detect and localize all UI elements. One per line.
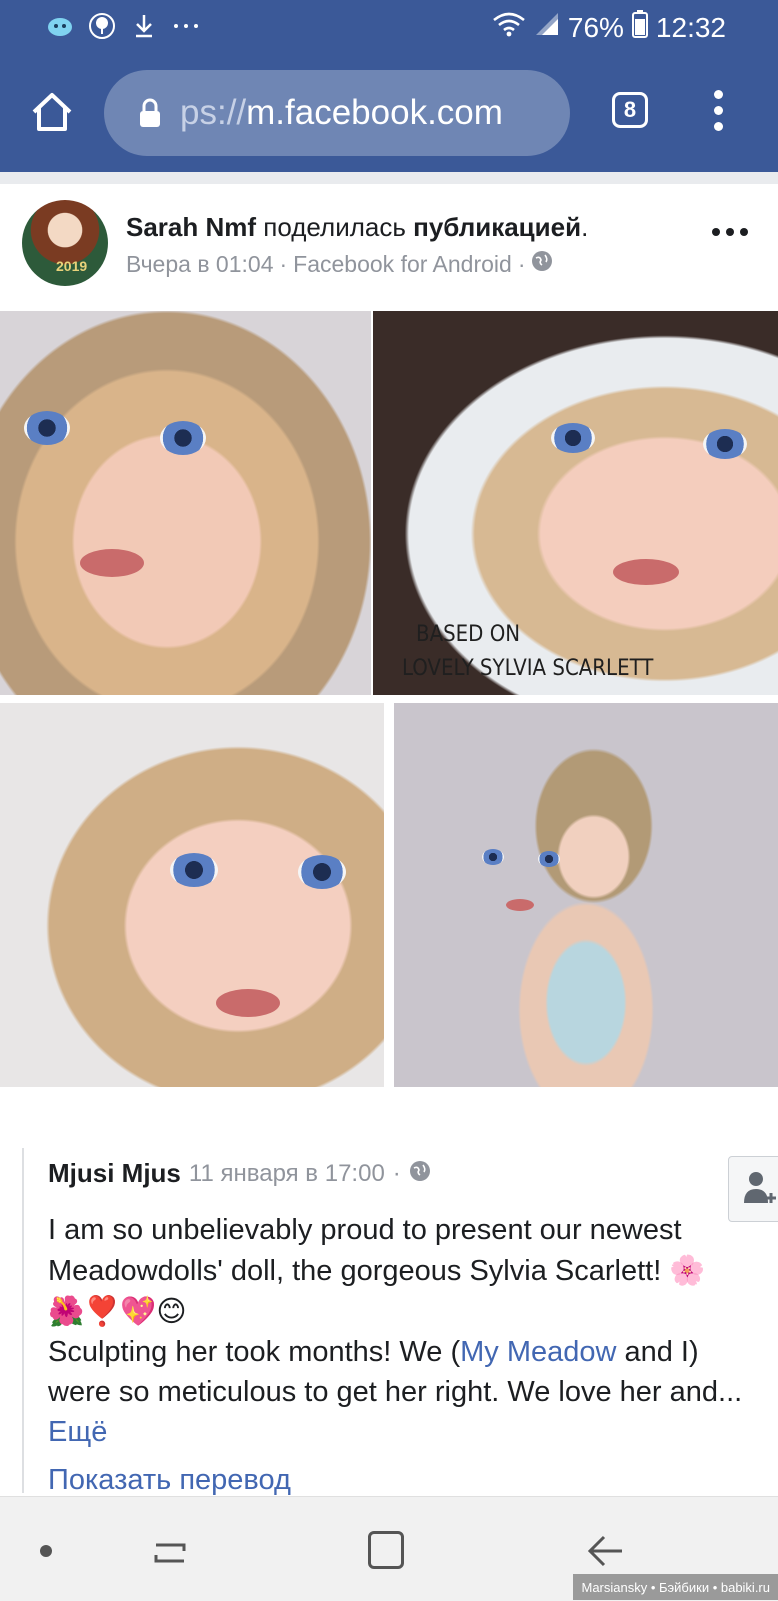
feed-divider [0, 172, 778, 184]
shared-post-header: Mjusi Mjus 11 января в 17:00 · [48, 1158, 431, 1189]
globe-icon [531, 250, 553, 278]
globe-icon [409, 1158, 431, 1189]
system-status: 76% 12:32 [492, 10, 726, 45]
browser-toolbar: ps:// m.facebook.com 8 [0, 52, 778, 172]
action-end: . [581, 212, 589, 242]
shared-publication-link[interactable]: публикацией [413, 212, 581, 242]
tree-notification-icon [88, 12, 116, 40]
photo-detail [160, 421, 206, 455]
avatar-year: 2019 [56, 258, 88, 274]
photo-detail [298, 855, 346, 889]
download-icon [130, 12, 158, 40]
photo-detail [613, 559, 679, 585]
photo-detail [216, 989, 280, 1017]
meta-separator: · [279, 250, 288, 277]
ghost-notification-icon [46, 12, 74, 40]
watermark: Marsiansky • Бэйбики • babiki.ru [573, 1574, 778, 1600]
shared-post: Mjusi Mjus 11 января в 17:00 · I am so u… [22, 1148, 778, 1496]
author-link[interactable]: Sarah Nmf [126, 212, 256, 242]
add-friend-icon [744, 1172, 776, 1203]
photo-detail [24, 411, 70, 445]
recent-apps-icon[interactable] [152, 1535, 188, 1571]
lock-icon [140, 98, 160, 127]
photo-detail [703, 429, 747, 459]
home-nav-icon[interactable] [368, 1531, 404, 1569]
back-icon[interactable] [586, 1531, 626, 1571]
meta-separator: · [392, 1159, 401, 1187]
post-meta: Вчера в 01:04 · Facebook for Android · [126, 250, 553, 278]
shared-author-link[interactable]: Mjusi Mjus [48, 1158, 181, 1189]
meta-separator: · [517, 250, 526, 277]
doll-photo-1[interactable] [0, 311, 371, 695]
photo-detail [170, 853, 218, 887]
post-source: Facebook for Android [293, 250, 512, 277]
url-host: m.facebook.com [246, 93, 503, 132]
post-timestamp[interactable]: Вчера в 01:04 [126, 251, 274, 278]
doll-photo-3[interactable] [0, 703, 384, 1087]
shared-post-timestamp[interactable]: 11 января в 17:00 [189, 1160, 385, 1188]
photo-caption-overlay: BASED ON LOVELY SYLVIA SCARLETT [402, 618, 653, 686]
home-icon[interactable] [30, 90, 74, 134]
see-more-link[interactable]: Ещё [48, 1416, 107, 1448]
shared-post-body: I am so unbelievably proud to present ou… [48, 1210, 748, 1452]
post-text-2: Sculpting her took months! We ( [48, 1336, 461, 1368]
post-options-icon[interactable] [712, 228, 748, 236]
signal-icon [534, 11, 560, 44]
status-bar: 76% 12:32 [0, 0, 778, 52]
photo-detail [551, 423, 595, 453]
avatar[interactable]: 2019 [22, 200, 108, 286]
photo-detail [506, 899, 534, 911]
battery-icon [631, 10, 648, 45]
show-translation-link[interactable]: Показать перевод [48, 1464, 291, 1497]
caption-line-1: BASED ON [416, 622, 521, 647]
address-bar[interactable]: ps:// m.facebook.com [104, 70, 570, 156]
doll-photo-4[interactable] [394, 703, 778, 1087]
clock: 12:32 [655, 11, 726, 43]
browser-menu-icon[interactable] [712, 90, 724, 134]
photo-detail [482, 849, 504, 865]
tab-switcher-button[interactable]: 8 [612, 92, 648, 128]
mention-link[interactable]: My Meadow [460, 1336, 616, 1368]
wifi-icon [492, 11, 526, 44]
post-header: 2019 Sarah Nmf поделилась публикацией. В… [0, 184, 778, 309]
nav-dot-icon[interactable] [40, 1545, 52, 1557]
post-title: Sarah Nmf поделилась публикацией. [126, 212, 588, 243]
battery-percent: 76% [567, 11, 624, 43]
more-notifications-icon [172, 12, 200, 40]
url-scheme: ps:// [180, 93, 247, 132]
action-text: поделилась [263, 212, 406, 242]
notification-icons [46, 12, 200, 40]
photo-detail [538, 851, 560, 867]
photo-detail [80, 549, 144, 577]
caption-line-2: LOVELY SYLVIA SCARLETT [402, 656, 654, 681]
post-text-1: I am so unbelievably proud to present ou… [48, 1214, 682, 1287]
